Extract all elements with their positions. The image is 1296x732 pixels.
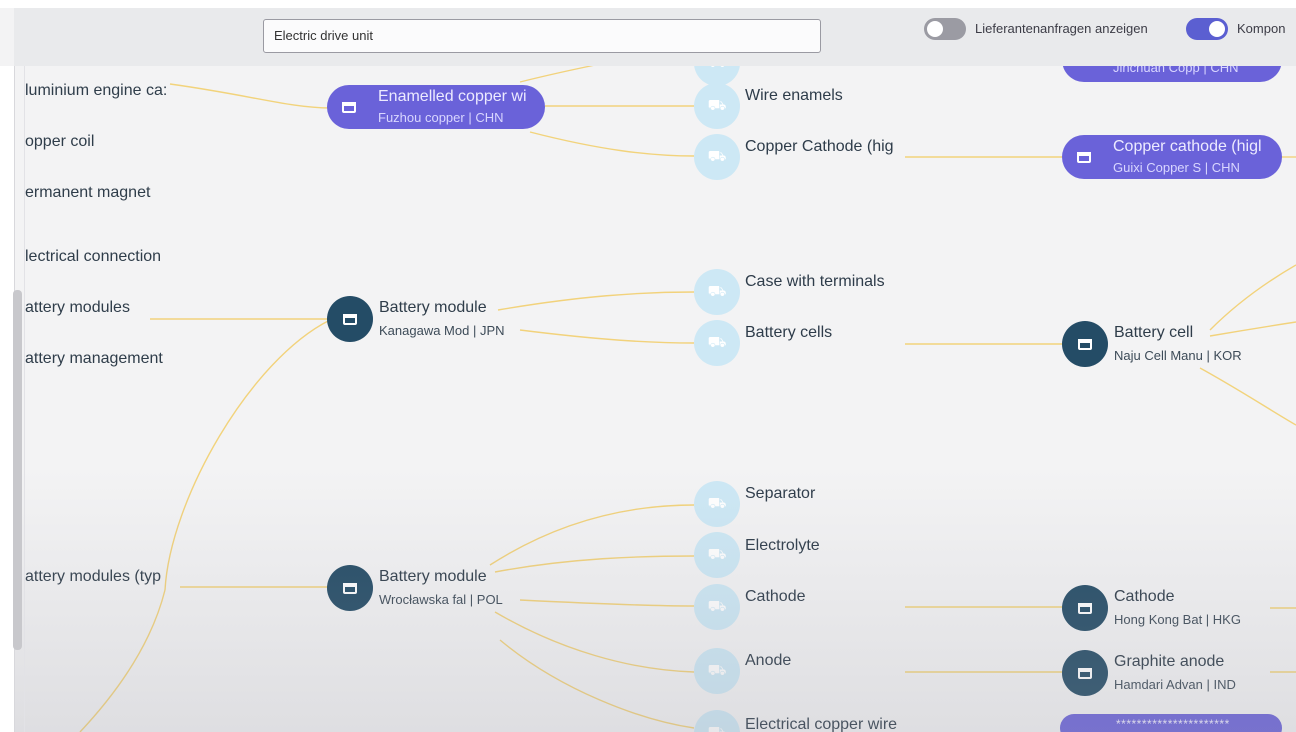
edge [1199, 367, 1296, 426]
divider [24, 66, 25, 732]
edge [499, 639, 695, 729]
hand-truck-icon: ⛟ [707, 723, 727, 732]
supplier-subtitle: Naju Cell Manu | KOR [1114, 348, 1242, 363]
supplier-title: ********************** [1116, 717, 1230, 731]
component-node-battery-cells[interactable]: ⛟ [694, 320, 740, 366]
component-node-copper-cathode[interactable]: ⛟ [694, 134, 740, 180]
component-node-separator[interactable]: ⛟ [694, 481, 740, 527]
supplier-node-battery-cell[interactable] [1062, 321, 1108, 367]
hand-truck-icon: ⛟ [707, 494, 727, 512]
left-list-item[interactable]: ermanent magnet [25, 184, 150, 202]
component-label: Battery cells [745, 324, 833, 341]
package-box-icon [1078, 338, 1092, 350]
component-node-case-with-terminals[interactable]: ⛟ [694, 269, 740, 315]
package-box-icon [1078, 602, 1092, 614]
component-node-anode[interactable]: ⛟ [694, 648, 740, 694]
supplier-node-cathode[interactable] [1062, 585, 1108, 631]
hand-truck-icon: ⛟ [707, 333, 727, 351]
supplier-title: Enamelled copper wi [378, 88, 527, 105]
toolbar: Electric drive unit Lieferantenanfragen … [14, 8, 1296, 66]
left-list-item[interactable]: attery modules (typ [25, 568, 161, 586]
left-list-item[interactable]: attery management [25, 350, 163, 368]
supplier-title: Battery cell [1114, 324, 1194, 341]
left-list-item[interactable]: opper coil [25, 133, 94, 151]
hand-truck-icon: ⛟ [707, 147, 727, 165]
component-node-cathode[interactable]: ⛟ [694, 584, 740, 630]
supplier-node-battery-module-jpn[interactable] [327, 296, 373, 342]
toggle-knob [927, 21, 943, 37]
hand-truck-icon: ⛟ [707, 282, 727, 300]
hand-truck-icon: ⛟ [707, 661, 727, 679]
left-list-item[interactable]: luminium engine ca: [25, 82, 167, 100]
component-label: Electrolyte [745, 537, 820, 554]
edge [79, 589, 166, 732]
edge [529, 131, 695, 157]
edge [164, 319, 331, 591]
supplier-title: Graphite anode [1114, 653, 1225, 670]
toggle-components[interactable] [1186, 18, 1228, 40]
supplier-title: Battery module [379, 568, 487, 585]
component-label: Cathode [745, 588, 806, 605]
supplier-subtitle: Kanagawa Mod | JPN [379, 323, 505, 338]
toggle-supplier-requests-label: Lieferantenanfragen anzeigen [975, 21, 1148, 36]
component-label: Separator [745, 485, 816, 502]
component-label: Copper Cathode (hig [745, 138, 894, 155]
vertical-scrollbar[interactable] [13, 290, 22, 650]
supply-chain-graph-canvas[interactable]: luminium engine ca: opper coil ermanent … [0, 0, 1296, 732]
package-box-icon [343, 313, 357, 325]
hand-truck-icon: ⛟ [707, 545, 727, 563]
edge [1209, 321, 1296, 337]
package-box-icon [343, 582, 357, 594]
supplier-subtitle: Wrocławska fal | POL [379, 592, 503, 607]
package-box-icon [327, 85, 371, 129]
component-node-wire-enamels[interactable]: ⛟ [694, 83, 740, 129]
supplier-title: Copper cathode (higl [1113, 138, 1262, 155]
supplier-node-battery-module-pol[interactable] [327, 565, 373, 611]
supplier-subtitle: Hong Kong Bat | HKG [1114, 612, 1241, 627]
hand-truck-icon: ⛟ [707, 597, 727, 615]
supplier-subtitle: Hamdari Advan | IND [1114, 677, 1236, 692]
supplier-subtitle: Fuzhou copper | CHN [378, 110, 504, 125]
hand-truck-icon: ⛟ [707, 96, 727, 114]
left-list-item[interactable]: lectrical connection [25, 248, 161, 266]
supplier-title: Cathode [1114, 588, 1175, 605]
edge [519, 329, 695, 344]
component-label: Electrical copper wire [745, 716, 898, 732]
package-box-icon [1078, 667, 1092, 679]
package-box-icon [1062, 135, 1106, 179]
supplier-node-masked[interactable]: ********************** [1060, 714, 1282, 732]
supplier-node-enamelled-copper-wire[interactable]: Enamelled copper wi Fuzhou copper | CHN [327, 85, 545, 129]
component-label: Wire enamels [745, 87, 843, 104]
component-node-electrolyte[interactable]: ⛟ [694, 532, 740, 578]
component-label: Case with terminals [745, 273, 885, 290]
edge [519, 599, 695, 607]
edge [494, 611, 695, 673]
supplier-node-graphite-anode[interactable] [1062, 650, 1108, 696]
top-strip [0, 0, 1296, 8]
component-label: Anode [745, 652, 792, 669]
toggle-components-label: Kompon [1237, 21, 1286, 36]
edge [494, 555, 695, 573]
edge [497, 291, 695, 311]
edge [169, 83, 331, 109]
supplier-subtitle: Guixi Copper S | CHN [1113, 160, 1240, 175]
toggle-knob [1209, 21, 1225, 37]
search-input[interactable]: Electric drive unit [263, 19, 821, 53]
edge [1209, 264, 1296, 331]
supplier-node-copper-cathode[interactable]: Copper cathode (higl Guixi Copper S | CH… [1062, 135, 1282, 179]
toggle-supplier-requests[interactable] [924, 18, 966, 40]
supplier-title: Battery module [379, 299, 487, 316]
left-list-item[interactable]: attery modules [25, 299, 130, 317]
